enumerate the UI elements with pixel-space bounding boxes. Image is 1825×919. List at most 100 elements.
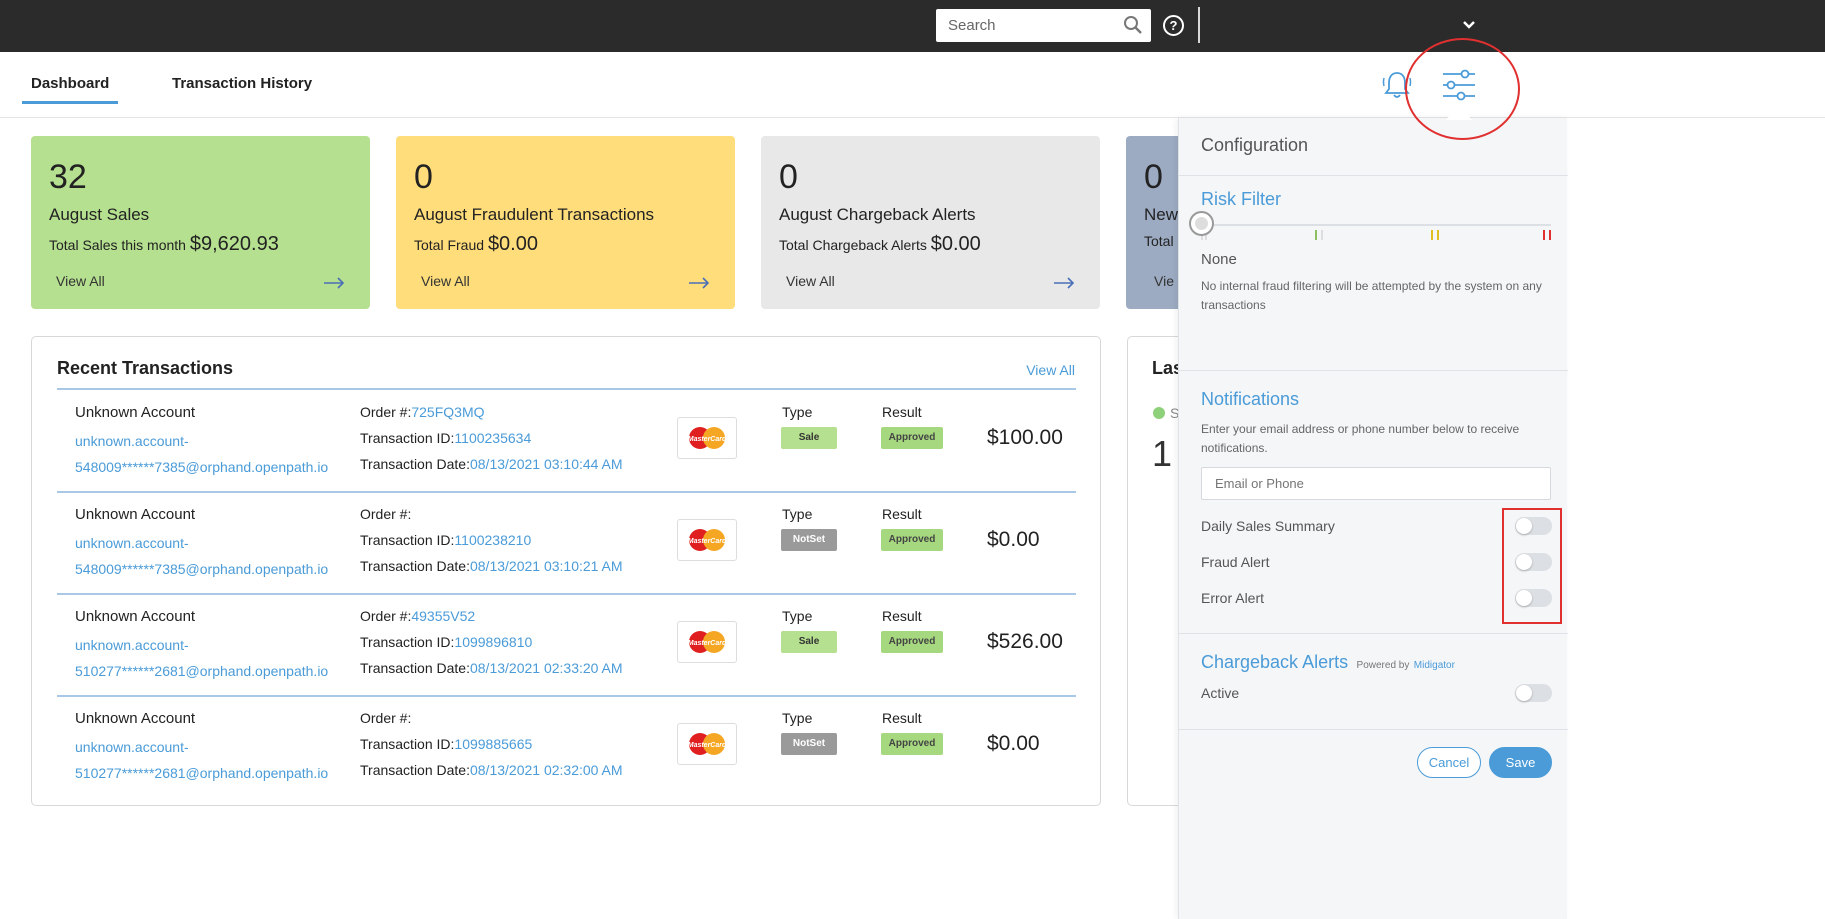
search-icon[interactable] xyxy=(1123,15,1143,40)
error-alert-toggle[interactable] xyxy=(1515,589,1552,607)
order-link[interactable]: 49355V52 xyxy=(411,608,475,624)
transaction-amount: $526.00 xyxy=(987,630,1063,653)
transaction-row[interactable]: Unknown Account unknown.account- 548009***… xyxy=(57,389,1076,489)
svg-text:MasterCard: MasterCard xyxy=(688,742,727,749)
transaction-date: Transaction Date:08/13/2021 02:32:00 AM xyxy=(360,762,623,778)
mastercard-icon: MasterCard xyxy=(677,519,737,561)
type-badge: NotSet xyxy=(781,529,837,551)
result-badge: Approved xyxy=(881,427,943,449)
chevron-down-icon[interactable] xyxy=(1462,18,1476,37)
transaction-id-link[interactable]: 1100235634 xyxy=(454,430,531,446)
transaction-id: Transaction ID:1099896810 xyxy=(360,634,533,650)
result-label: Result xyxy=(882,404,922,420)
arrow-right-icon[interactable] xyxy=(688,276,710,294)
toggle-label-daily-sales: Daily Sales Summary xyxy=(1201,518,1335,534)
tab-transaction-history[interactable]: Transaction History xyxy=(172,75,312,92)
top-bar: ? xyxy=(0,0,1825,52)
view-all-link[interactable]: View All xyxy=(1026,362,1075,378)
account-email-line2[interactable]: 510277******2681@orphand.openpath.io xyxy=(75,765,328,781)
mastercard-icon: MasterCard xyxy=(677,723,737,765)
account-name: Unknown Account xyxy=(75,710,196,727)
transaction-row[interactable]: Unknown Account unknown.account- 510277***… xyxy=(57,593,1076,693)
account-email-line2[interactable]: 548009******7385@orphand.openpath.io xyxy=(75,459,328,475)
save-button[interactable]: Save xyxy=(1489,747,1552,778)
order-link[interactable]: 725FQ3MQ xyxy=(411,404,484,420)
email-phone-input[interactable] xyxy=(1201,467,1551,500)
account-email-line1[interactable]: unknown.account- xyxy=(75,535,189,551)
account-name: Unknown Account xyxy=(75,404,196,421)
account-email-line1[interactable]: unknown.account- xyxy=(75,739,189,755)
card-subtitle: Total Sales this month $9,620.93 xyxy=(49,233,279,255)
transaction-id: Transaction ID:1100238210 xyxy=(360,532,532,548)
type-badge: Sale xyxy=(781,427,837,449)
notifications-description: Enter your email address or phone number… xyxy=(1201,422,1520,455)
arrow-right-icon[interactable] xyxy=(323,276,345,294)
daily-sales-toggle[interactable] xyxy=(1515,517,1552,535)
transaction-id-link[interactable]: 1100238210 xyxy=(454,532,531,548)
view-all-link[interactable]: Vie xyxy=(1154,273,1174,289)
risk-slider-track[interactable] xyxy=(1201,224,1551,226)
toggle-label-error-alert: Error Alert xyxy=(1201,590,1265,606)
chargeback-active-toggle[interactable] xyxy=(1515,684,1552,702)
result-label: Result xyxy=(882,710,922,726)
transaction-id-link[interactable]: 1099885665 xyxy=(454,736,532,752)
type-label: Type xyxy=(782,506,813,522)
transaction-row[interactable]: Unknown Account unknown.account- 548009***… xyxy=(57,491,1076,591)
type-label: Type xyxy=(782,404,813,420)
risk-filter-title: Risk Filter xyxy=(1201,189,1281,209)
recent-transactions-panel: Recent Transactions View All Unknown Acc… xyxy=(31,336,1101,806)
result-label: Result xyxy=(882,506,922,522)
transaction-id: Transaction ID:1099885665 xyxy=(360,736,533,752)
help-icon[interactable]: ? xyxy=(1163,15,1184,36)
account-email-line2[interactable]: 548009******7385@orphand.openpath.io xyxy=(75,561,328,577)
stat-number: 1 xyxy=(1152,433,1173,474)
transaction-id-link[interactable]: 1099896810 xyxy=(454,634,532,650)
type-label: Type xyxy=(782,710,813,726)
settings-sliders-icon[interactable] xyxy=(1441,68,1477,107)
account-name: Unknown Account xyxy=(75,608,196,625)
order-number: Order #: xyxy=(360,710,412,726)
result-badge: Approved xyxy=(881,733,943,755)
card-august-sales: 32 August Sales Total Sales this month $… xyxy=(31,136,370,309)
order-number: Order #:49355V52 xyxy=(360,608,476,624)
mastercard-icon: MasterCard xyxy=(677,417,737,459)
search-input[interactable] xyxy=(936,9,1116,42)
divider xyxy=(1198,7,1200,43)
card-august-fraud: 0 August Fraudulent Transactions Total F… xyxy=(396,136,735,309)
midigator-link[interactable]: Midigator xyxy=(1414,660,1455,671)
transaction-row[interactable]: Unknown Account unknown.account- 510277***… xyxy=(57,695,1076,795)
account-email-line1[interactable]: unknown.account- xyxy=(75,637,189,653)
order-number: Order #:725FQ3MQ xyxy=(360,404,485,420)
view-all-link[interactable]: View All xyxy=(786,273,835,289)
chargeback-alerts-title: Chargeback Alerts xyxy=(1201,652,1349,672)
account-name: Unknown Account xyxy=(75,506,196,523)
order-number: Order #: xyxy=(360,506,412,522)
notifications-title: Notifications xyxy=(1201,389,1300,409)
tab-dashboard[interactable]: Dashboard xyxy=(21,75,119,104)
card-august-chargeback: 0 August Chargeback Alerts Total Chargeb… xyxy=(761,136,1100,309)
transaction-id: Transaction ID:1100235634 xyxy=(360,430,532,446)
status-dot xyxy=(1153,407,1165,419)
fraud-alert-toggle[interactable] xyxy=(1515,553,1552,571)
arrow-right-icon[interactable] xyxy=(1053,276,1075,294)
divider xyxy=(1179,633,1568,634)
account-email-line2[interactable]: 510277******2681@orphand.openpath.io xyxy=(75,663,328,679)
account-email-line1[interactable]: unknown.account- xyxy=(75,433,189,449)
chargeback-alerts-header: Chargeback Alerts Powered by Midigator xyxy=(1201,652,1455,673)
cancel-button[interactable]: Cancel xyxy=(1417,747,1481,778)
main-nav: Dashboard Transaction History xyxy=(0,52,1825,118)
toggle-label-active: Active xyxy=(1201,685,1240,701)
search-box[interactable] xyxy=(936,9,1151,42)
configuration-panel: Configuration Risk Filter None No intern… xyxy=(1178,118,1568,919)
view-all-link[interactable]: View All xyxy=(56,273,105,289)
risk-slider-handle[interactable] xyxy=(1189,211,1214,236)
divider xyxy=(1179,729,1568,730)
card-title: August Sales xyxy=(49,205,150,224)
bell-icon[interactable] xyxy=(1380,68,1414,107)
risk-slider-ticks xyxy=(1201,230,1551,242)
view-all-link[interactable]: View All xyxy=(421,273,470,289)
type-badge: NotSet xyxy=(781,733,837,755)
card-subtitle: Total Fraud $0.00 xyxy=(414,233,538,255)
transaction-amount: $100.00 xyxy=(987,426,1063,449)
transaction-date: Transaction Date:08/13/2021 02:33:20 AM xyxy=(360,660,623,676)
